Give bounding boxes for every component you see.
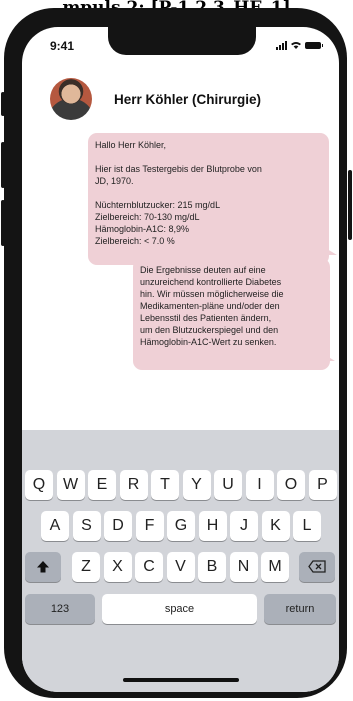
phone-frame: 9:41 Herr Köhler (Chirurgie) Hallo Herr … — [4, 8, 347, 698]
message-line: Hallo Herr Köhler, — [95, 140, 167, 150]
key-v[interactable]: V — [166, 552, 195, 582]
key-q[interactable]: Q — [25, 470, 53, 500]
key-p[interactable]: P — [308, 470, 337, 500]
avatar[interactable] — [50, 78, 92, 120]
power-button — [348, 170, 352, 240]
message-line: Hämoglobin-A1C-Wert zu senken. — [140, 337, 277, 347]
home-indicator[interactable] — [123, 678, 239, 682]
key-u[interactable]: U — [214, 470, 242, 500]
message-line: Medikamenten-pläne und/oder den — [140, 301, 280, 311]
key-x[interactable]: X — [103, 552, 132, 582]
space-key[interactable]: space — [102, 594, 257, 624]
key-r[interactable]: R — [119, 470, 148, 500]
key-i[interactable]: I — [245, 470, 274, 500]
key-e[interactable]: E — [88, 470, 116, 500]
backspace-icon — [308, 560, 326, 573]
battery-icon — [305, 41, 323, 49]
key-o[interactable]: O — [277, 470, 305, 500]
keyboard: Q W E R T Y U I O P A S D F G H J K L Z X C V B N M 123 space return — [22, 430, 339, 692]
signal-icon — [276, 40, 287, 50]
key-h[interactable]: H — [198, 511, 227, 541]
message-bubble[interactable]: Hallo Herr Köhler, Hier ist das Testergeb… — [88, 133, 329, 265]
message-line: um den Blutzuckerspiegel und den — [140, 325, 279, 335]
key-w[interactable]: W — [56, 470, 85, 500]
key-k[interactable]: K — [261, 511, 290, 541]
key-c[interactable]: C — [135, 552, 163, 582]
shift-key[interactable] — [25, 552, 61, 582]
contact-name: Herr Köhler (Chirurgie) — [114, 92, 262, 107]
key-f[interactable]: F — [135, 511, 164, 541]
backspace-key[interactable] — [299, 552, 335, 582]
message-line: hin. Wir müssen möglicherweise die — [140, 289, 284, 299]
key-s[interactable]: S — [72, 511, 101, 541]
key-a[interactable]: A — [41, 511, 69, 541]
message-line: Nüchternblutzucker: 215 mg/dL — [95, 200, 221, 210]
key-z[interactable]: Z — [72, 552, 100, 582]
message-bubble[interactable]: Die Ergebnisse deuten auf eine unzureiche… — [133, 258, 330, 370]
numbers-key[interactable]: 123 — [25, 594, 95, 624]
message-line: Hämoglobin-A1C: 8,9% — [95, 224, 190, 234]
key-t[interactable]: T — [151, 470, 179, 500]
message-line: unzureichend kontrollierte Diabetes — [140, 277, 282, 287]
message-line: JD, 1970. — [95, 176, 134, 186]
return-key[interactable]: return — [264, 594, 336, 624]
status-icons — [276, 39, 323, 51]
key-d[interactable]: D — [104, 511, 132, 541]
key-g[interactable]: G — [167, 511, 195, 541]
message-line: Zielbereich: 70-130 mg/dL — [95, 212, 200, 222]
key-j[interactable]: J — [230, 511, 258, 541]
key-y[interactable]: Y — [182, 470, 211, 500]
key-m[interactable]: M — [261, 552, 289, 582]
status-time: 9:41 — [50, 39, 75, 53]
key-b[interactable]: B — [198, 552, 226, 582]
message-line: Hier ist das Testergebis der Blutprobe v… — [95, 164, 262, 174]
key-l[interactable]: L — [293, 511, 321, 541]
shift-arrow-icon — [37, 560, 49, 573]
message-line: Lebensstil des Patienten ändern, — [140, 313, 272, 323]
phone-screen: 9:41 Herr Köhler (Chirurgie) Hallo Herr … — [22, 27, 339, 692]
notch — [108, 27, 256, 55]
wifi-icon — [291, 42, 301, 49]
message-line: Die Ergebnisse deuten auf eine — [140, 265, 266, 275]
message-line: Zielbereich: < 7.0 % — [95, 236, 175, 246]
key-n[interactable]: N — [229, 552, 258, 582]
